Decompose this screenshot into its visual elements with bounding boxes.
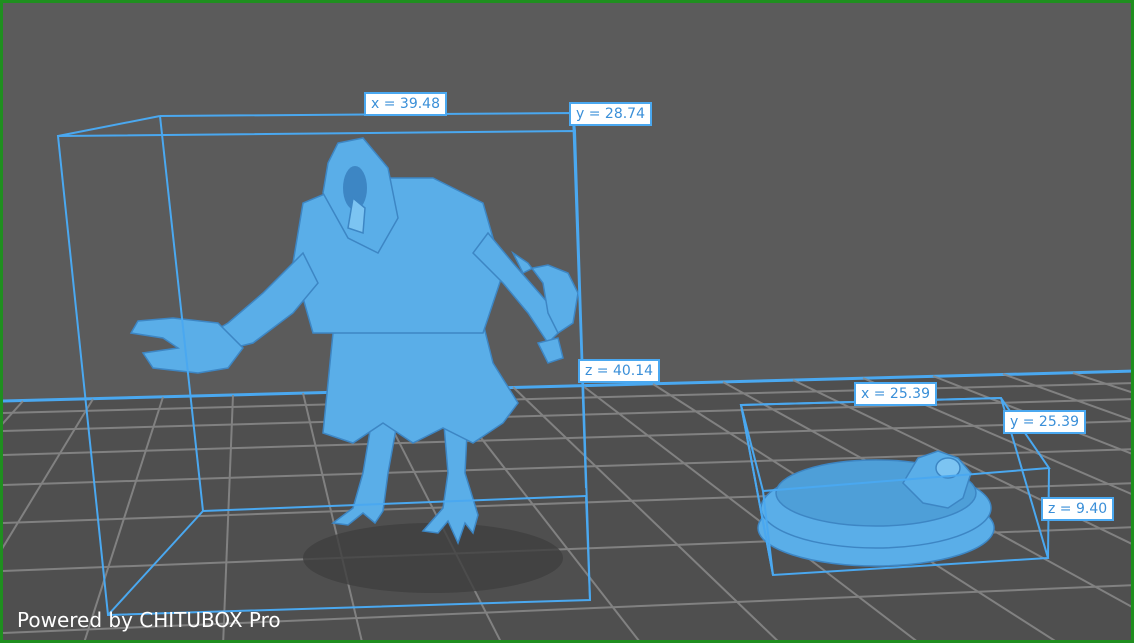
scene-canvas[interactable] xyxy=(3,3,1134,643)
watermark-text: Powered by CHITUBOX Pro xyxy=(17,608,281,632)
creature-dimension-x-label: x = 39.48 xyxy=(364,92,447,116)
base-dimension-x-label: x = 25.39 xyxy=(854,382,937,406)
3d-viewport[interactable]: x = 39.48 y = 28.74 z = 40.14 x = 25.39 … xyxy=(0,0,1134,643)
creature-dimension-y-label: y = 28.74 xyxy=(569,102,652,126)
creature-dimension-z-label: z = 40.14 xyxy=(578,359,661,383)
base-dimension-z-label: z = 9.40 xyxy=(1041,497,1115,521)
creature-shadow xyxy=(303,523,563,593)
base-dimension-y-label: y = 25.39 xyxy=(1003,410,1086,434)
